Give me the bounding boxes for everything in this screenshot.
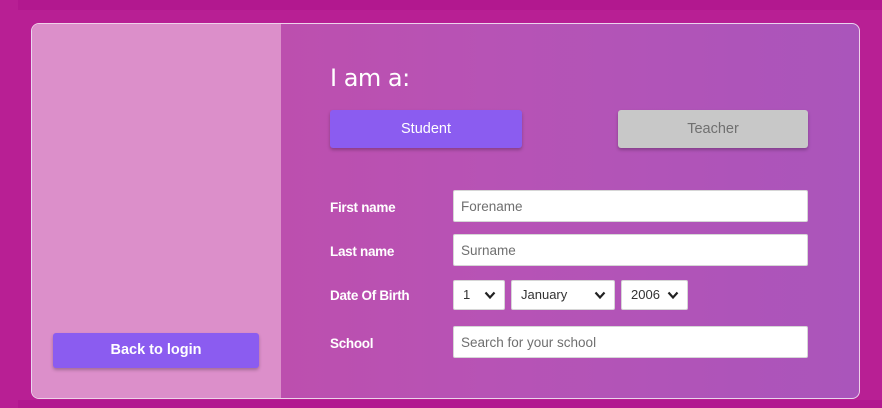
dob-day-select[interactable]: 1 xyxy=(453,280,505,310)
top-border-strip xyxy=(18,0,882,10)
chevron-down-icon xyxy=(594,291,606,300)
dob-year-select[interactable]: 2006 xyxy=(621,280,688,310)
school-search-input[interactable] xyxy=(453,326,808,358)
last-name-input[interactable] xyxy=(453,234,808,266)
dob-month-select[interactable]: January xyxy=(511,280,615,310)
last-name-label: Last name xyxy=(330,244,395,259)
first-name-label: First name xyxy=(330,200,396,215)
dob-label: Date Of Birth xyxy=(330,288,410,303)
bottom-border-strip xyxy=(18,400,882,408)
chevron-down-icon xyxy=(484,291,496,300)
chevron-down-icon xyxy=(667,291,679,300)
teacher-role-button[interactable]: Teacher xyxy=(618,110,808,148)
dob-day-value: 1 xyxy=(463,287,471,302)
dob-month-value: January xyxy=(521,287,568,302)
first-name-input[interactable] xyxy=(453,190,808,222)
school-label: School xyxy=(330,336,374,351)
dob-year-value: 2006 xyxy=(631,287,660,302)
back-to-login-button[interactable]: Back to login xyxy=(53,333,259,368)
left-pane: Back to login xyxy=(32,24,281,398)
signup-panel: Back to login I am a: Student Teacher Fi… xyxy=(31,23,860,399)
role-title: I am a: xyxy=(330,64,410,92)
student-role-button[interactable]: Student xyxy=(330,110,522,148)
